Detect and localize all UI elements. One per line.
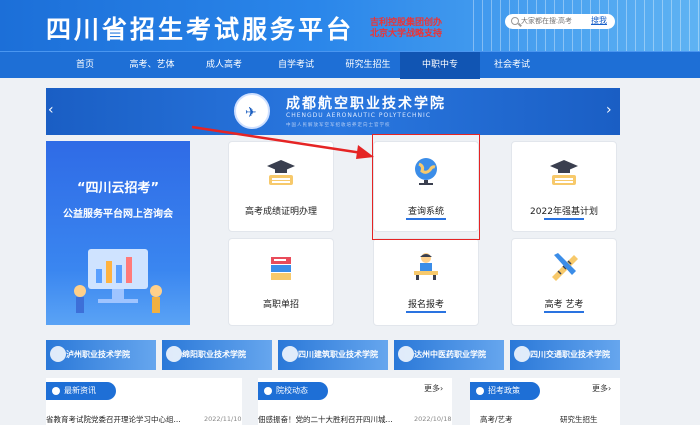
clock-icon	[264, 387, 272, 395]
header-slogan: 吉利控股集团创办 北京大学战略支持	[370, 18, 442, 40]
nav-item-graduate[interactable]: 研究生招生	[328, 52, 408, 79]
school-logo-link[interactable]: 达州中医药职业学院	[394, 340, 504, 370]
school-logo-link[interactable]: 四川建筑职业技术学院	[278, 340, 388, 370]
panel-school-news: 院校动态 更多› 佃感振奋！党的二十大胜利召开四川城... 2022/10/18	[258, 378, 452, 425]
school-logo-link[interactable]: 泸州职业技术学院	[46, 340, 156, 370]
site-title[interactable]: 四川省招生考试服务平台	[46, 10, 354, 46]
policy-link[interactable]: 研究生招生	[560, 414, 598, 425]
panel-heading: 最新资讯	[46, 382, 116, 400]
more-link[interactable]: 更多›	[592, 383, 611, 394]
school-emblem-icon	[50, 346, 66, 362]
promo-illustration	[74, 249, 162, 313]
news-item-link[interactable]: 省教育考试院党委召开理论学习中心组...	[46, 414, 181, 425]
policy-link[interactable]: 高考/艺考	[480, 414, 513, 425]
clock-icon	[52, 387, 60, 395]
school-emblem-icon	[282, 346, 298, 362]
nav-item-vocational[interactable]: 中职中专	[400, 52, 480, 79]
panel-latest-news: 最新资讯 省教育考试院党委召开理论学习中心组... 2022/11/10	[46, 378, 242, 425]
nav-item-self-study[interactable]: 自学考试	[256, 52, 336, 79]
site-header: 四川省招生考试服务平台 吉利控股集团创办 北京大学战略支持 搜我	[0, 0, 700, 51]
tile-label: 高考 艺考	[544, 300, 584, 310]
nav-item-adult-exam[interactable]: 成人高考	[184, 52, 264, 79]
search-input[interactable]	[521, 15, 591, 27]
nav-item-gaokao-arts[interactable]: 高考、艺体	[112, 52, 192, 79]
search-icon	[511, 17, 519, 25]
school-emblem-icon	[514, 346, 530, 362]
main-nav: 首页 高考、艺体 成人高考 自学考试 研究生招生 中职中专 社会考试	[0, 51, 700, 79]
search-box: 搜我	[505, 14, 615, 29]
promo-title: “四川云招考”	[76, 181, 160, 196]
banner-prev-icon[interactable]: ‹	[48, 102, 54, 118]
school-emblem-icon	[398, 346, 414, 362]
school-logo-link[interactable]: 绵阳职业技术学院	[162, 340, 272, 370]
promo-card[interactable]: “四川云招考” 公益服务平台网上咨询会	[46, 141, 190, 325]
tile-strong-base-plan[interactable]: 2022年强基计划	[511, 141, 617, 232]
news-item-date: 2022/10/18	[414, 415, 452, 423]
tile-gaokao-arts[interactable]: 高考 艺考	[511, 238, 617, 326]
search-button[interactable]: 搜我	[591, 15, 607, 26]
tile-label: 高职单招	[262, 300, 299, 310]
panel-heading: 招考政策	[470, 382, 540, 400]
tile-label: 2022年强基计划	[530, 207, 598, 217]
panel-admission-policy: 招考政策 更多› 高考/艺考 研究生招生	[470, 378, 620, 425]
banner-school-name: 成都航空职业技术学院	[286, 96, 446, 112]
tile-vocational-single[interactable]: 高职单招	[228, 238, 334, 326]
tile-registration[interactable]: 报名报考	[373, 238, 479, 326]
tile-label: 报名报考	[407, 300, 444, 310]
tile-underline	[544, 218, 584, 220]
banner-next-icon[interactable]: ›	[606, 102, 612, 118]
graduation-cap-keyboard-icon	[550, 160, 578, 185]
panel-heading: 院校动态	[258, 382, 328, 400]
school-logo-strip: 泸州职业技术学院 绵阳职业技术学院 四川建筑职业技术学院 达州中医药职业学院 四…	[46, 340, 620, 370]
news-item-link[interactable]: 佃感振奋！党的二十大胜利召开四川城...	[258, 414, 393, 425]
school-emblem-icon	[166, 346, 182, 362]
books-icon	[271, 257, 291, 280]
promo-subtitle: 公益服务平台网上咨询会	[63, 209, 173, 220]
pointer-arrow-icon	[191, 125, 374, 159]
student-desk-icon	[414, 253, 438, 280]
tile-label: 高考成绩证明办理	[244, 207, 317, 217]
highlight-box	[372, 134, 480, 240]
school-logo-link[interactable]: 四川交通职业技术学院	[510, 340, 620, 370]
more-link[interactable]: 更多›	[424, 383, 443, 394]
nav-item-social-exam[interactable]: 社会考试	[472, 52, 552, 79]
slogan-line-1: 吉利控股集团创办	[370, 18, 443, 28]
slogan-line-2: 北京大学战略支持	[370, 29, 443, 39]
clock-icon	[476, 387, 484, 395]
tile-underline	[406, 311, 446, 313]
news-item-date: 2022/11/10	[204, 415, 242, 423]
tile-underline	[544, 311, 584, 313]
ruler-pencil-icon	[552, 253, 578, 281]
